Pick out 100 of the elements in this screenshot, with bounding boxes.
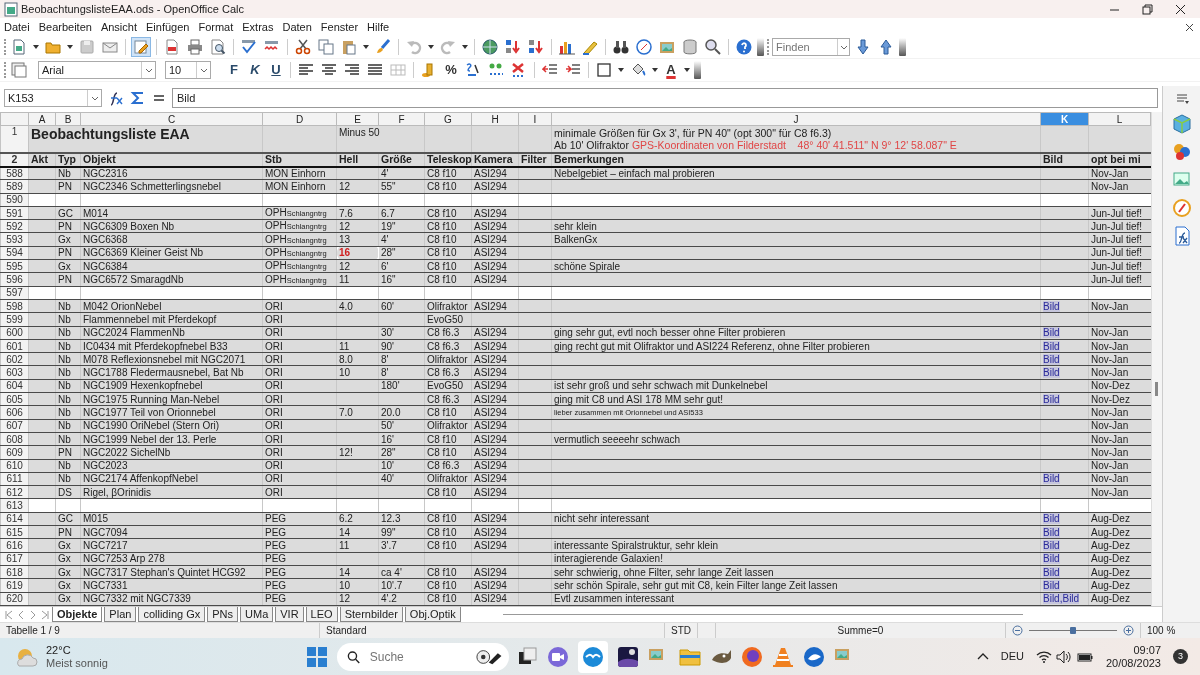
sort-descending-icon[interactable]: [528, 39, 544, 55]
column-header[interactable]: I: [518, 112, 552, 126]
fill-icon[interactable]: [630, 62, 646, 78]
image-link[interactable]: Bild: [1043, 300, 1060, 312]
column-header[interactable]: E: [336, 112, 379, 126]
image-link[interactable]: Bild: [1043, 327, 1060, 339]
menu-item[interactable]: Format: [198, 18, 234, 36]
toolbar-handle[interactable]: [757, 38, 764, 56]
styles-icon[interactable]: [11, 62, 27, 78]
sheet-tab[interactable]: colliding Gx: [138, 607, 206, 622]
image-link[interactable]: Bild: [1043, 340, 1060, 352]
sheet-tab[interactable]: Sternbilder: [339, 607, 403, 622]
menu-item[interactable]: Daten: [282, 18, 312, 36]
pdf-icon[interactable]: [164, 39, 180, 55]
pen-icon[interactable]: [582, 39, 598, 55]
properties-icon[interactable]: [1174, 92, 1189, 106]
column-header[interactable]: B: [55, 112, 81, 126]
binoculars-icon[interactable]: [613, 39, 629, 55]
merge-cells-icon[interactable]: [390, 62, 406, 78]
chart-icon[interactable]: [559, 39, 575, 55]
caret-icon[interactable]: [617, 66, 625, 74]
next-sheet-icon[interactable]: [28, 610, 38, 620]
caret-icon[interactable]: [32, 43, 40, 51]
align-center-icon[interactable]: [321, 62, 337, 78]
cell-reference-field[interactable]: K153: [4, 89, 102, 107]
image-link[interactable]: Bild: [1043, 579, 1060, 591]
find-input[interactable]: Finden: [776, 38, 838, 56]
menu-item[interactable]: Datei: [4, 18, 30, 36]
chevron-up-icon[interactable]: [976, 652, 989, 661]
picture-frame-icon[interactable]: [659, 39, 675, 55]
column-header[interactable]: L: [1088, 112, 1151, 126]
clock-date[interactable]: 20/08/2023: [1105, 656, 1161, 670]
toolbar-handle[interactable]: [694, 61, 701, 79]
zoom-out-icon[interactable]: [1012, 625, 1023, 636]
caret-icon[interactable]: [66, 43, 74, 51]
clock-time[interactable]: 09:07: [1133, 643, 1161, 657]
sum-icon[interactable]: [130, 90, 146, 106]
menu-item[interactable]: Extras: [242, 18, 274, 36]
italic-button[interactable]: K: [246, 60, 264, 80]
close-icon[interactable]: [1175, 3, 1186, 15]
language-indicator[interactable]: DEU: [1000, 648, 1024, 665]
brush-icon[interactable]: [375, 39, 391, 55]
edit-mode-button[interactable]: [131, 37, 151, 57]
align-left-icon[interactable]: [298, 62, 314, 78]
scrollbar[interactable]: [502, 614, 1023, 615]
search-bar[interactable]: Suche: [337, 642, 509, 671]
border-icon[interactable]: [596, 62, 612, 78]
speaker-icon[interactable]: [1055, 648, 1072, 665]
column-header[interactable]: G: [424, 112, 472, 126]
search-input[interactable]: Suche: [367, 646, 468, 667]
add-decimal-icon[interactable]: [488, 62, 504, 78]
sort-ascending-icon[interactable]: [505, 39, 521, 55]
column-header[interactable]: F: [378, 112, 425, 126]
caret-icon[interactable]: [651, 66, 659, 74]
envelope-icon[interactable]: [102, 39, 118, 55]
database-icon[interactable]: [682, 39, 698, 55]
start-icon[interactable]: [306, 645, 328, 668]
find-field[interactable]: Finden: [772, 38, 850, 56]
menu-item[interactable]: Hilfe: [367, 18, 390, 36]
cut-icon[interactable]: [295, 39, 311, 55]
search-icon[interactable]: [705, 39, 721, 55]
copy-icon[interactable]: [318, 39, 334, 55]
align-right-icon[interactable]: [344, 62, 360, 78]
image-link[interactable]: Bild: [1043, 393, 1060, 405]
compass-icon[interactable]: [1171, 198, 1192, 218]
menu-item[interactable]: Fenster: [320, 18, 359, 36]
folder-icon[interactable]: [45, 39, 61, 55]
menu-item[interactable]: Ansicht: [100, 18, 137, 36]
last-sheet-icon[interactable]: [40, 610, 50, 620]
column-header[interactable]: H: [471, 112, 519, 126]
scrollbar[interactable]: [1151, 112, 1163, 606]
sheet-tab[interactable]: UMa: [240, 607, 274, 622]
sheet-tab[interactable]: PNs: [207, 607, 239, 622]
video-chat-icon[interactable]: [547, 645, 569, 668]
grip-handle[interactable]: [4, 39, 6, 55]
sheet-tab[interactable]: Plan: [104, 607, 137, 622]
column-header[interactable]: D: [262, 112, 337, 126]
night-sky-icon[interactable]: [617, 645, 639, 668]
help-icon[interactable]: [736, 39, 752, 55]
prev-sheet-icon[interactable]: [16, 610, 26, 620]
caret-icon[interactable]: [362, 43, 370, 51]
caret-icon[interactable]: [461, 43, 469, 51]
image-link[interactable]: Bild: [1043, 513, 1060, 525]
sheet-tab[interactable]: LEO: [305, 607, 338, 622]
compass-icon[interactable]: [636, 39, 652, 55]
spellcheck-icon[interactable]: [241, 39, 257, 55]
image-link[interactable]: Bild: [1043, 473, 1060, 485]
notification-count[interactable]: 3: [1173, 649, 1188, 664]
column-header[interactable]: A: [28, 112, 56, 126]
globe-icon[interactable]: [482, 39, 498, 55]
restore-icon[interactable]: [1142, 3, 1153, 15]
styles-gallery-icon[interactable]: [1171, 142, 1192, 162]
font-name-field[interactable]: Arial: [38, 61, 156, 79]
underline-button[interactable]: U: [267, 60, 285, 80]
currency-icon[interactable]: [465, 62, 481, 78]
percent-button[interactable]: %: [442, 60, 460, 80]
row-header[interactable]: 1: [0, 125, 29, 153]
toolbar-handle[interactable]: [899, 38, 906, 56]
printer-icon[interactable]: [187, 39, 203, 55]
image-link[interactable]: Bild: [1043, 526, 1060, 538]
